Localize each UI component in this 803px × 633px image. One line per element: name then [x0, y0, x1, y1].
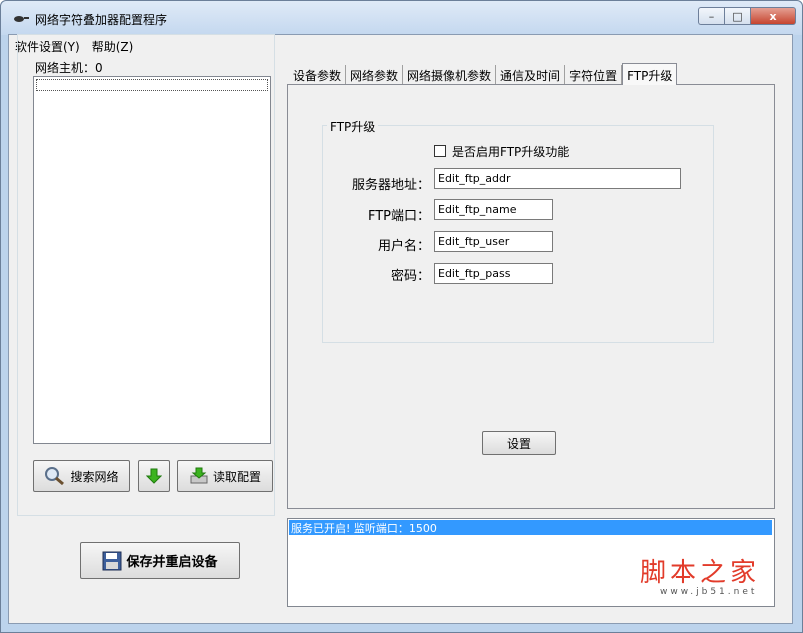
server-address-label: 服务器地址： [351, 178, 430, 193]
tab-strip: 设备参数 网络参数 网络摄像机参数 通信及时间 字符位置 FTP升级 [289, 63, 678, 85]
host-group-label: 网络主机：0 [32, 59, 106, 76]
password-label: 密码： [390, 269, 430, 284]
username-field[interactable]: Edit_ftp_user [434, 231, 553, 252]
title-bar[interactable]: 网络字符叠加器配置程序 – □ x [1, 1, 802, 35]
tab-camera-params[interactable]: 网络摄像机参数 [403, 65, 497, 84]
down-arrow-icon [146, 468, 162, 484]
tab-network-params[interactable]: 网络参数 [346, 65, 404, 84]
enable-ftp-label: 是否启用FTP升级功能 [452, 145, 570, 159]
read-config-label: 读取配置 [212, 469, 261, 484]
app-icon [14, 16, 29, 22]
password-field[interactable]: Edit_ftp_pass [434, 263, 553, 284]
ftp-port-field[interactable]: Edit_ftp_name [434, 199, 553, 220]
tab-ftp-upgrade[interactable]: FTP升级 [622, 63, 678, 85]
save-restart-label: 保存并重启设备 [126, 555, 218, 570]
enable-ftp-checkbox[interactable] [434, 145, 446, 157]
watermark-text: 脚本之家 [640, 558, 761, 588]
search-network-button[interactable]: 搜索网络 [33, 460, 130, 492]
search-network-label: 搜索网络 [70, 469, 119, 484]
minimize-button[interactable]: – [698, 7, 724, 25]
close-button[interactable]: x [750, 7, 796, 25]
host-list[interactable] [33, 76, 271, 444]
ftp-set-button[interactable]: 设置 [482, 431, 556, 455]
save-restart-button[interactable]: 保存并重启设备 [80, 542, 240, 579]
read-config-button[interactable]: 读取配置 [177, 460, 273, 492]
ftp-group-label: FTP升级 [327, 118, 379, 135]
download-button[interactable] [138, 460, 170, 492]
window-title: 网络字符叠加器配置程序 [35, 13, 168, 27]
tab-device-params[interactable]: 设备参数 [289, 65, 347, 84]
magnifier-icon [44, 466, 66, 486]
status-line: 服务已开启! 监听端口：1500 [289, 520, 772, 535]
maximize-button[interactable]: □ [724, 7, 750, 25]
username-label: 用户名： [377, 239, 430, 254]
window-controls: – □ x [698, 7, 796, 25]
server-address-field[interactable]: Edit_ftp_addr [434, 168, 681, 189]
tab-comm-time[interactable]: 通信及时间 [496, 65, 566, 84]
ftp-port-label: FTP端口： [367, 209, 430, 224]
load-tray-icon [189, 467, 209, 485]
host-list-focus [36, 79, 268, 91]
tab-char-position[interactable]: 字符位置 [565, 65, 623, 84]
watermark: 脚本之家 www.jb51.net [640, 552, 760, 597]
floppy-disk-icon [102, 551, 122, 571]
watermark-url: www.jb51.net [660, 587, 758, 597]
